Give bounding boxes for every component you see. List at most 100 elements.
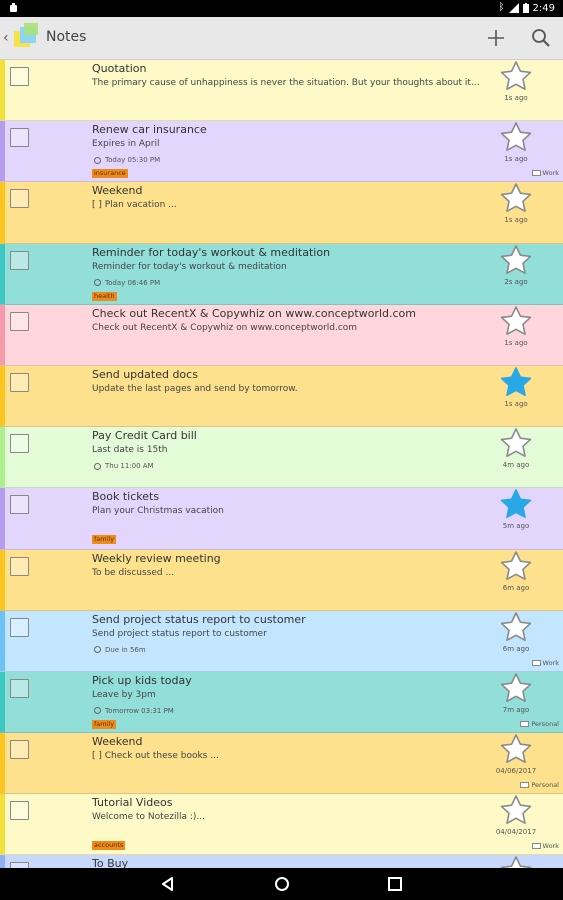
- star-outline-icon[interactable]: [499, 733, 533, 765]
- note-reminder: Thu 11:00 AM: [94, 462, 154, 470]
- star-outline-icon[interactable]: [499, 121, 533, 153]
- note-item[interactable]: Pay Credit Card bill Last date is 15th Thu…: [0, 427, 563, 489]
- sticky-notes-logo-icon[interactable]: [13, 23, 41, 51]
- note-age: 04/06/2017: [495, 767, 537, 776]
- battery-icon: [522, 3, 529, 13]
- folder-icon: [531, 170, 541, 177]
- alarm-icon: [94, 707, 101, 715]
- nav-back-icon[interactable]: [157, 873, 179, 895]
- note-item[interactable]: Tutorial Videos Welcome to Notezilla :)..…: [0, 794, 563, 856]
- note-folder: Personal: [520, 781, 559, 789]
- note-color-accent: [0, 671, 5, 733]
- note-title: Renew car insurance: [92, 123, 207, 137]
- note-tag[interactable]: health: [92, 291, 117, 301]
- note-item[interactable]: Weekend [ ] Plan vacation ... 1s ago: [0, 182, 563, 244]
- note-title: Pay Credit Card bill: [92, 429, 197, 443]
- note-item[interactable]: Check out RecentX & Copywhiz on www.conc…: [0, 304, 563, 366]
- nav-recents-icon[interactable]: [384, 873, 406, 895]
- note-tag[interactable]: family: [92, 719, 117, 729]
- note-body: Last date is 15th: [92, 445, 168, 456]
- chevron-left-icon[interactable]: ‹: [3, 30, 9, 46]
- nav-home-icon[interactable]: [271, 873, 293, 895]
- note-age: 1s ago: [504, 155, 528, 164]
- note-color-accent: [0, 549, 5, 610]
- note-color-accent: [0, 121, 5, 182]
- note-checkbox[interactable]: [10, 311, 29, 331]
- star-outline-icon[interactable]: [499, 60, 533, 92]
- note-age: 4m ago: [502, 461, 530, 470]
- note-title: Weekend: [92, 184, 143, 198]
- app-title: Notes: [46, 29, 87, 45]
- note-title: Weekly review meeting: [92, 551, 221, 565]
- star-outline-icon[interactable]: [499, 182, 533, 214]
- status-time: 2:49: [532, 2, 555, 14]
- note-checkbox[interactable]: [10, 801, 29, 821]
- signal-icon: [508, 3, 519, 13]
- star-outline-icon[interactable]: [499, 855, 533, 868]
- note-body: Welcome to Notezilla :)...: [92, 812, 205, 823]
- notes-list[interactable]: Quotation The primary cause of unhappines…: [0, 60, 563, 868]
- note-body: Reminder for today's workout & meditatio…: [92, 261, 287, 272]
- star-outline-icon[interactable]: [499, 305, 533, 337]
- note-checkbox[interactable]: [10, 434, 29, 454]
- note-checkbox[interactable]: [10, 495, 29, 515]
- note-item[interactable]: Send project status report to customer Se…: [0, 610, 563, 672]
- star-outline-icon[interactable]: [499, 244, 533, 276]
- note-item[interactable]: Pick up kids today Leave by 3pm Tomorrow 0…: [0, 671, 563, 734]
- note-item[interactable]: Weekly review meeting To be discussed ...…: [0, 549, 563, 611]
- note-item[interactable]: To Buy: [0, 855, 563, 868]
- search-icon[interactable]: [529, 26, 553, 50]
- note-checkbox[interactable]: [10, 617, 29, 637]
- note-color-accent: [0, 794, 5, 855]
- note-tag[interactable]: family: [92, 535, 117, 545]
- star-filled-icon[interactable]: [499, 366, 533, 398]
- star-outline-icon[interactable]: [499, 794, 533, 826]
- note-item[interactable]: Book tickets Plan your Christmas vacation…: [0, 488, 563, 550]
- star-outline-icon[interactable]: [499, 550, 533, 582]
- navigation-bar: [0, 868, 563, 900]
- note-item[interactable]: Send updated docs Update the last pages a…: [0, 365, 563, 428]
- star-outline-icon[interactable]: [499, 427, 533, 459]
- note-folder: Work: [531, 842, 559, 851]
- note-body: Leave by 3pm: [92, 689, 156, 700]
- note-body: Check out RecentX & Copywhiz on www.conc…: [92, 322, 358, 333]
- note-checkbox[interactable]: [10, 372, 29, 392]
- note-reminder: Tomorrow 03:31 PM: [94, 707, 174, 715]
- alarm-icon: [94, 279, 101, 287]
- note-body: [ ] Plan vacation ...: [92, 200, 177, 211]
- folder-icon: [520, 782, 530, 789]
- star-outline-icon[interactable]: [499, 672, 533, 704]
- reminder-text: Tomorrow 03:31 PM: [105, 706, 174, 715]
- note-checkbox[interactable]: [10, 189, 29, 209]
- star-filled-icon[interactable]: [499, 488, 533, 520]
- plus-icon[interactable]: [484, 26, 508, 50]
- note-body: Send project status report to customer: [92, 628, 267, 639]
- note-color-accent: [0, 365, 5, 427]
- note-title: To Buy: [92, 857, 129, 868]
- star-outline-icon[interactable]: [499, 611, 533, 643]
- note-body: To be discussed ...: [92, 567, 175, 578]
- note-checkbox[interactable]: [10, 678, 29, 698]
- status-icons: ᛒ 2:49: [499, 2, 555, 14]
- note-checkbox[interactable]: [10, 250, 29, 270]
- folder-label: Personal: [531, 781, 559, 790]
- note-checkbox[interactable]: [10, 128, 29, 148]
- note-tag[interactable]: accounts: [92, 841, 126, 851]
- note-item[interactable]: Weekend [ ] Check out these books ... 04/0…: [0, 733, 563, 795]
- folder-label: Work: [542, 658, 559, 667]
- note-color-accent: [0, 733, 5, 794]
- note-age: 1s ago: [504, 216, 528, 225]
- note-tag[interactable]: insurance: [92, 169, 128, 179]
- note-age: 1s ago: [504, 338, 528, 347]
- note-item[interactable]: Renew car insurance Expires in April Today…: [0, 121, 563, 183]
- note-title: Send project status report to customer: [92, 612, 306, 626]
- note-item[interactable]: Reminder for today's workout & meditatio…: [0, 243, 563, 305]
- reminder-text: Thu 11:00 AM: [105, 462, 154, 471]
- note-checkbox[interactable]: [10, 740, 29, 760]
- note-checkbox[interactable]: [10, 67, 29, 86]
- folder-label: Work: [542, 842, 559, 851]
- note-folder: Work: [531, 169, 559, 177]
- note-checkbox[interactable]: [10, 556, 29, 576]
- note-item[interactable]: Quotation The primary cause of unhappines…: [0, 60, 563, 122]
- note-reminder: Due in 56m: [94, 646, 146, 654]
